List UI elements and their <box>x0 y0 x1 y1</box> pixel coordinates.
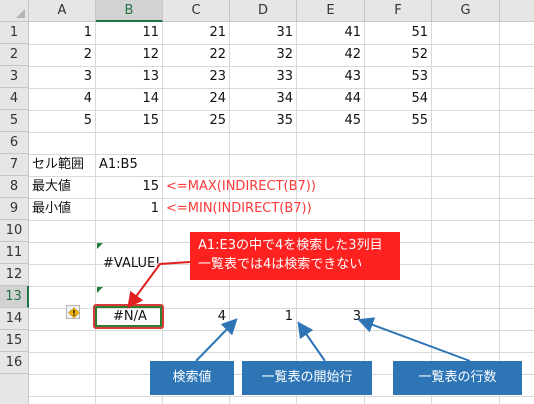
cell-a7[interactable]: セル範囲 <box>29 154 95 176</box>
row-header-6[interactable]: 6 <box>0 132 29 154</box>
cell-a8[interactable]: 最大値 <box>29 176 95 198</box>
row-header-5[interactable]: 5 <box>0 110 29 132</box>
row-header-10[interactable]: 10 <box>0 220 29 242</box>
cell-c3[interactable]: 23 <box>163 66 229 88</box>
cell-d13[interactable]: 1 <box>230 306 296 328</box>
cell-b2[interactable]: 12 <box>96 44 162 66</box>
spreadsheet: A B C D E F G 1 2 3 4 5 6 7 8 9 10 11 12… <box>0 0 534 404</box>
column-header-b[interactable]: B <box>96 0 163 22</box>
callout-line-2: 一覧表では4は検索できない <box>198 257 363 272</box>
column-header-f[interactable]: F <box>365 0 432 22</box>
row-header-11[interactable]: 11 <box>0 242 29 264</box>
cell-b4[interactable]: 14 <box>96 88 162 110</box>
cell-e1[interactable]: 41 <box>297 22 364 44</box>
row-header-2[interactable]: 2 <box>0 44 29 66</box>
cell-f3[interactable]: 53 <box>365 66 431 88</box>
row-header-4[interactable]: 4 <box>0 88 29 110</box>
cell-b5[interactable]: 15 <box>96 110 162 132</box>
error-warning-icon[interactable] <box>66 305 80 319</box>
row-header-1[interactable]: 1 <box>0 22 29 44</box>
row-count-callout: 一覧表の行数 <box>393 361 522 395</box>
cell-c13[interactable]: 4 <box>163 306 229 328</box>
cell-c5[interactable]: 25 <box>163 110 229 132</box>
cell-a1[interactable]: 1 <box>29 22 95 44</box>
cell-e4[interactable]: 44 <box>297 88 364 110</box>
cell-c4[interactable]: 24 <box>163 88 229 110</box>
blue-arrow-start-row <box>297 321 326 362</box>
cell-b7[interactable]: A1:B5 <box>96 154 162 176</box>
cell-b13[interactable]: #N/A <box>110 307 162 327</box>
cell-b1[interactable]: 11 <box>96 22 162 44</box>
cell-b9[interactable]: 1 <box>96 198 162 220</box>
cell-f4[interactable]: 54 <box>365 88 431 110</box>
start-row-callout: 一覧表の開始行 <box>242 361 372 395</box>
cell-a4[interactable]: 4 <box>29 88 95 110</box>
error-indicator-icon <box>97 243 103 249</box>
row-header-17[interactable] <box>0 374 29 404</box>
column-header-c[interactable]: C <box>163 0 230 22</box>
error-explanation-callout: A1:E3の中で4を検索した3列目 一覧表では4は検索できない <box>190 232 400 280</box>
cell-a3[interactable]: 3 <box>29 66 95 88</box>
cell-c9-formula-note[interactable]: <=MIN(INDIRECT(B7)) <box>163 198 363 220</box>
row-header-12[interactable]: 12 <box>0 264 29 286</box>
row-header-7[interactable]: 7 <box>0 154 29 176</box>
cell-d5[interactable]: 35 <box>230 110 296 132</box>
cell-d1[interactable]: 31 <box>230 22 296 44</box>
column-header-e[interactable]: E <box>297 0 365 22</box>
select-all-button[interactable] <box>0 0 29 22</box>
column-header-a[interactable]: A <box>29 0 96 22</box>
column-header-d[interactable]: D <box>230 0 297 22</box>
column-header-h[interactable] <box>500 0 534 22</box>
callout-line-1: A1:E3の中で4を検索した3列目 <box>198 238 383 253</box>
cell-f1[interactable]: 51 <box>365 22 431 44</box>
cell-f2[interactable]: 52 <box>365 44 431 66</box>
cell-c1[interactable]: 21 <box>163 22 229 44</box>
cell-b3[interactable]: 13 <box>96 66 162 88</box>
cell-e3[interactable]: 43 <box>297 66 364 88</box>
cell-a2[interactable]: 2 <box>29 44 95 66</box>
cell-c2[interactable]: 22 <box>163 44 229 66</box>
cell-e13[interactable]: 3 <box>297 306 364 328</box>
search-value-callout: 検索値 <box>150 361 234 395</box>
row-header-14[interactable]: 14 <box>0 308 29 330</box>
row-header-15[interactable]: 15 <box>0 330 29 352</box>
row-header-9[interactable]: 9 <box>0 198 29 220</box>
row-header-8[interactable]: 8 <box>0 176 29 198</box>
cell-d3[interactable]: 33 <box>230 66 296 88</box>
cell-b11[interactable]: #VALUE! <box>100 253 166 275</box>
cell-d4[interactable]: 34 <box>230 88 296 110</box>
cell-f5[interactable]: 55 <box>365 110 431 132</box>
row-header-16[interactable]: 16 <box>0 352 29 374</box>
column-header-g[interactable]: G <box>432 0 500 22</box>
blue-arrow-row-count <box>357 317 471 362</box>
cell-b8[interactable]: 15 <box>96 176 162 198</box>
row-header-3[interactable]: 3 <box>0 66 29 88</box>
cell-c8-formula-note[interactable]: <=MAX(INDIRECT(B7)) <box>163 176 363 198</box>
error-indicator-icon <box>97 287 103 293</box>
row-header-13[interactable]: 13 <box>0 286 29 308</box>
cell-a5[interactable]: 5 <box>29 110 95 132</box>
cell-d2[interactable]: 32 <box>230 44 296 66</box>
cell-e5[interactable]: 45 <box>297 110 364 132</box>
cell-a9[interactable]: 最小値 <box>29 198 95 220</box>
cell-e2[interactable]: 42 <box>297 44 364 66</box>
